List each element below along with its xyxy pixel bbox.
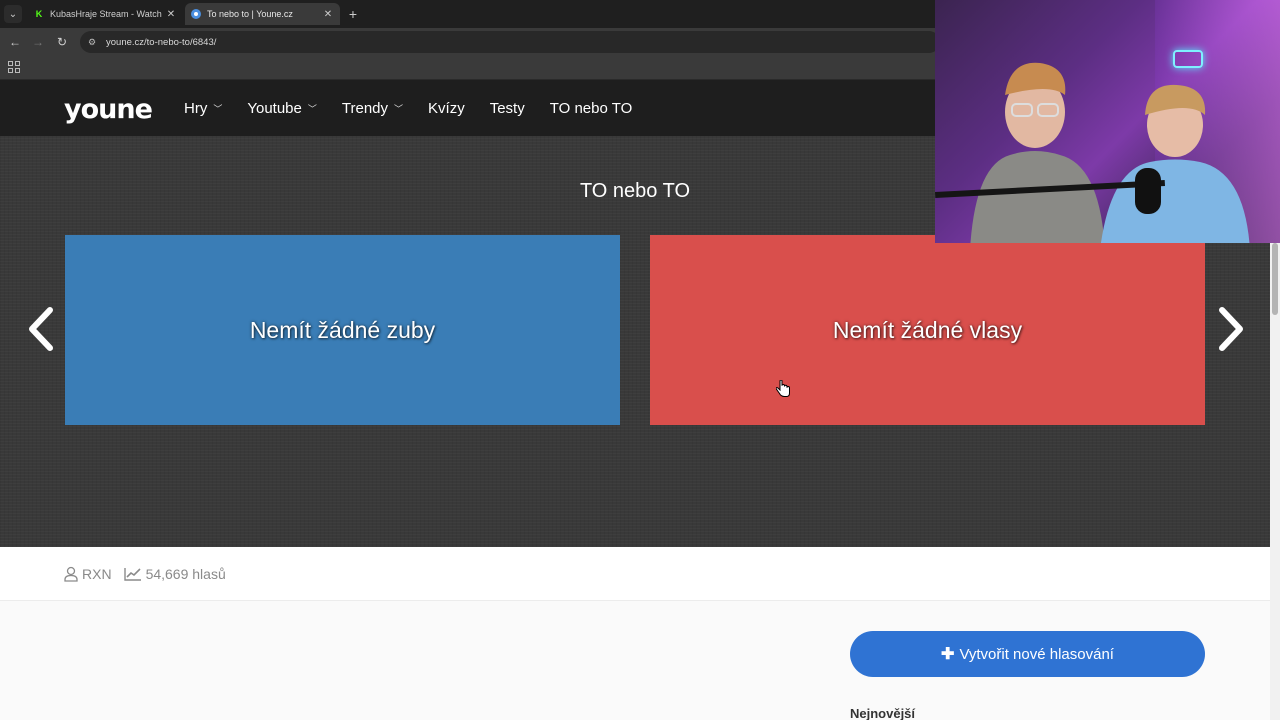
chevron-down-icon: ﹀ [307,103,317,114]
url-bar[interactable]: ⚙ youne.cz/to-nebo-to/6843/ [80,31,940,53]
nav-label: TO nebo TO [549,99,633,117]
kick-icon: K [35,9,43,19]
option-right-button[interactable]: Nemít žádné vlasy [650,235,1205,425]
nav-label: Kvízy [428,99,465,117]
nav-item-kvizy[interactable]: Kvízy [428,100,465,117]
option-right-label: Nemít žádné vlasy [832,316,1023,343]
nav-item-hry[interactable]: Hry ﹀ [184,100,222,117]
tab-title: To nebo to | Youne.cz [207,9,293,19]
url-text: youne.cz/to-nebo-to/6843/ [106,36,217,48]
youne-logo[interactable]: youne [64,94,153,125]
votes-stat: 54,669 hlasů [123,565,226,582]
back-icon[interactable]: ← [6,33,24,51]
nav-label: Hry [184,99,208,117]
author-name: RXN [82,565,112,582]
webcam-overlay [935,0,1280,243]
tab-kubashraje[interactable]: K KubasHraje Stream - Watch Live ✕ [28,3,183,25]
votes-count: 54,669 hlasů [145,565,226,582]
stats-bar: RXN 54,669 hlasů [0,547,1270,601]
hand-cursor-icon [776,380,790,397]
apps-grid-icon[interactable] [8,61,20,73]
create-poll-label: Vytvořit nové hlasování [959,645,1114,663]
tab-search-icon[interactable]: ⌄ [4,5,22,23]
forward-icon[interactable]: → [29,33,47,51]
reload-icon[interactable]: ↻ [53,33,71,51]
chevron-down-icon: ﹀ [394,103,404,114]
main-nav: Hry ﹀ Youtube ﹀ Trendy ﹀ Kvízy Testy TO neb… [184,80,657,136]
nav-item-to-nebo-to[interactable]: TO nebo TO [550,100,633,117]
close-tab-icon[interactable]: ✕ [322,9,334,20]
option-left-button[interactable]: Nemít žádné zuby [65,235,620,425]
next-arrow-icon[interactable] [1214,304,1248,354]
nav-label: Testy [489,99,525,117]
nav-label: Youtube [247,99,302,117]
nav-item-trendy[interactable]: Trendy ﹀ [342,100,403,117]
option-left-label: Nemít žádné zuby [249,316,436,343]
youne-icon [191,9,201,19]
neon-sign [1173,50,1203,68]
tab-title: KubasHraje Stream - Watch Live [50,9,165,19]
nav-item-youtube[interactable]: Youtube ﹀ [247,100,317,117]
scrollbar-thumb[interactable] [1272,243,1278,315]
streamer-left [970,62,1105,243]
trend-chart-icon [123,567,141,581]
lower-content: ✚ Vytvořit nové hlasování Nejnovější [0,601,1270,720]
microphone [1135,168,1161,214]
new-tab-icon[interactable]: + [344,5,362,23]
tab-youne[interactable]: To nebo to | Youne.cz ✕ [185,3,340,25]
create-poll-button[interactable]: ✚ Vytvořit nové hlasování [850,631,1205,677]
newest-heading: Nejnovější [850,706,916,720]
nav-label: Trendy [341,99,389,117]
site-info-icon[interactable]: ⚙ [88,37,100,48]
close-tab-icon[interactable]: ✕ [165,9,177,20]
plus-icon: ✚ [941,646,955,663]
previous-arrow-icon[interactable] [24,304,58,354]
chevron-down-icon: ﹀ [213,103,223,114]
user-icon [64,566,78,582]
nav-item-testy[interactable]: Testy [490,100,525,117]
streamer-right [1101,84,1250,243]
author-stat[interactable]: RXN [64,566,112,582]
